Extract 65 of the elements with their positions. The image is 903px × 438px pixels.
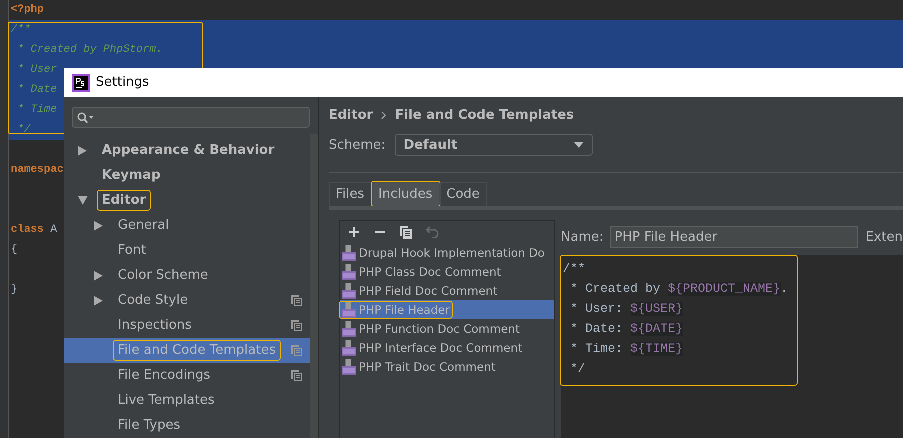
tree-item[interactable]: File Encodings [114, 366, 215, 385]
template-item[interactable]: Drupal Hook Implementation Do [340, 244, 547, 260]
name-label: Name: [561, 230, 604, 244]
expand-arrow-icon[interactable] [94, 220, 103, 230]
breadcrumb-item[interactable]: File and Code Templates [395, 108, 574, 122]
code-line: * User: ${USER} [570, 301, 684, 318]
search-icon [77, 112, 95, 124]
tree-item[interactable]: Live Templates [114, 391, 219, 410]
scheme-dropdown[interactable]: Default [394, 134, 593, 156]
expand-arrow-icon[interactable] [94, 270, 103, 280]
code-line: /** [563, 261, 587, 278]
code-line: * Date: ${DATE} [570, 321, 684, 338]
php-file-icon [342, 282, 356, 298]
php-file-icon [342, 340, 356, 356]
code-line: <?php [11, 4, 44, 16]
template-item[interactable]: PHP Field Doc Comment [340, 282, 500, 298]
php-file-icon [342, 302, 356, 318]
code-line: * Created by PhpStorm. [16, 44, 163, 56]
tree-item[interactable]: Appearance & Behavior [98, 141, 279, 160]
name-field[interactable]: PHP File Header [610, 226, 858, 248]
tree-item[interactable]: Code Style [114, 291, 192, 310]
tree-item[interactable]: General [114, 216, 174, 235]
scrollbar[interactable] [310, 134, 318, 438]
window-title: Settings [96, 75, 150, 90]
php-file-icon [342, 320, 356, 336]
code-line: * User [16, 64, 58, 76]
copy-icon[interactable] [400, 226, 412, 238]
tree-item[interactable]: Inspections [114, 316, 196, 335]
tree-item[interactable]: Keymap [98, 166, 165, 185]
chevron-icon [381, 110, 388, 120]
code-line: * Date [16, 84, 58, 96]
code-line: class A [11, 224, 58, 236]
scheme-label: Scheme: [329, 138, 386, 152]
tab[interactable]: Files [329, 182, 372, 206]
collapse-arrow-icon[interactable] [78, 196, 88, 205]
template-item[interactable]: PHP Interface Doc Comment [340, 340, 525, 356]
template-item[interactable]: PHP Trait Doc Comment [340, 358, 498, 374]
tree-item[interactable]: Color Scheme [114, 266, 212, 285]
app-logo-icon [72, 74, 90, 92]
tree-item[interactable]: File Types [114, 416, 185, 435]
php-file-icon [342, 358, 356, 374]
tab[interactable]: Includes [372, 182, 440, 206]
code-line: } [11, 284, 18, 296]
code-line: * Created by ${PRODUCT_NAME}. [570, 281, 790, 298]
code-line: { [11, 244, 18, 256]
expand-arrow-icon[interactable] [94, 296, 103, 306]
code-line: namespac [11, 164, 64, 176]
caret-icon [574, 142, 584, 148]
code-line: * Time [16, 104, 58, 116]
search-field[interactable] [72, 107, 310, 128]
php-file-icon [342, 244, 356, 260]
code-line: * Time: ${TIME} [570, 341, 684, 358]
add-icon[interactable] [348, 226, 360, 238]
extension-label: Exten [866, 230, 903, 244]
code-line: /** [11, 24, 31, 36]
template-item[interactable]: PHP Class Doc Comment [340, 264, 504, 280]
tree-item[interactable]: Editor [98, 191, 150, 210]
tab[interactable]: Code [440, 182, 487, 206]
code-line: */ [16, 124, 31, 136]
template-item[interactable]: PHP Function Doc Comment [340, 320, 522, 336]
php-file-icon [342, 264, 356, 280]
expand-arrow-icon[interactable] [78, 146, 87, 156]
code-line: */ [570, 361, 587, 378]
breadcrumb-item[interactable]: Editor [329, 108, 374, 122]
tree-item[interactable]: Font [114, 241, 150, 260]
